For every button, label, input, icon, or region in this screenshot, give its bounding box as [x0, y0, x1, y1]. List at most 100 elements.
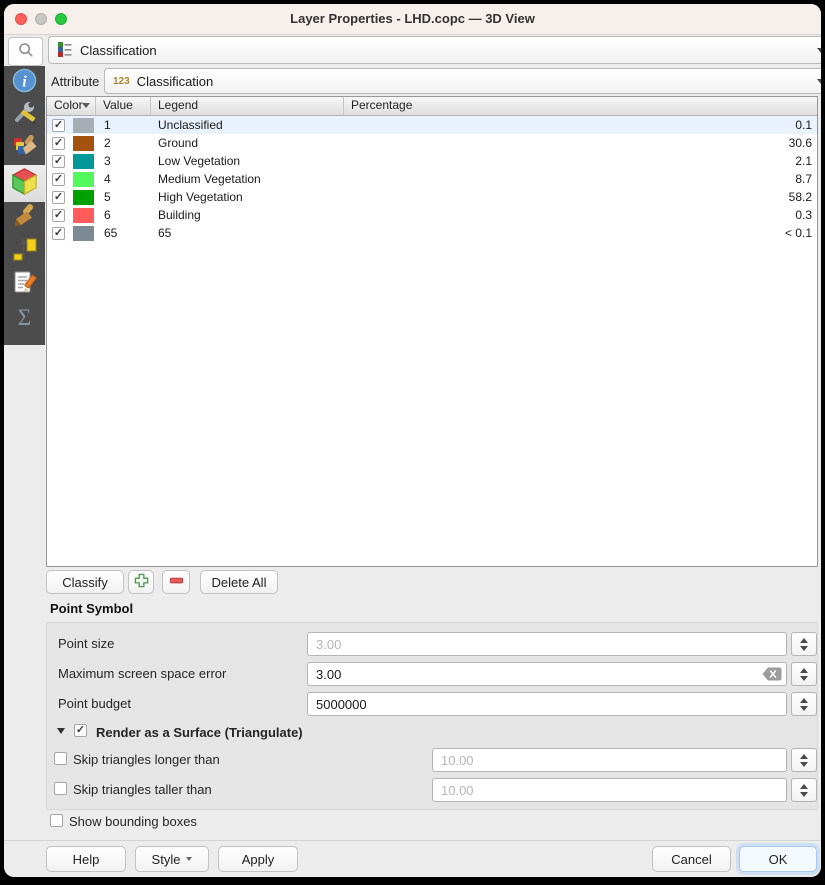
svg-text:i: i — [22, 73, 27, 90]
close-window-button[interactable] — [15, 13, 27, 25]
numeric-field-icon: 123 — [113, 76, 130, 87]
cancel-button[interactable]: Cancel — [652, 846, 731, 872]
chevron-down-icon — [817, 48, 821, 53]
show-bounding-boxes-checkbox[interactable] — [50, 814, 63, 827]
point-budget-spinner[interactable] — [791, 692, 817, 716]
table-header: Color Value Legend Percentage — [47, 97, 817, 116]
3d-cube-icon — [10, 167, 39, 201]
table-row[interactable]: 65 65 < 0.1 — [47, 224, 817, 242]
collapse-triangle-icon[interactable] — [57, 728, 65, 734]
column-header-legend[interactable]: Legend — [151, 97, 344, 115]
color-swatch[interactable] — [73, 190, 94, 205]
wrench-pencil-icon — [12, 100, 38, 131]
point-size-spinner[interactable] — [791, 632, 817, 656]
column-header-color[interactable]: Color — [47, 97, 96, 115]
info-icon: i — [12, 68, 37, 98]
table-row[interactable]: 4 Medium Vegetation 8.7 — [47, 170, 817, 188]
row-visibility-checkbox[interactable] — [52, 209, 65, 222]
elevation-icon — [12, 236, 38, 267]
row-visibility-checkbox[interactable] — [52, 227, 65, 240]
row-visibility-checkbox[interactable] — [52, 119, 65, 132]
renderer-combobox-value: Classification — [80, 43, 157, 58]
percentage-cell: < 0.1 — [344, 226, 817, 240]
ok-button[interactable]: OK — [739, 846, 817, 872]
sidebar-item-rendering[interactable] — [4, 202, 45, 235]
layer-properties-dialog: Layer Properties - LHD.copc — 3D View i — [4, 4, 821, 877]
zoom-window-button[interactable] — [55, 13, 67, 25]
color-swatch[interactable] — [73, 208, 94, 223]
style-button-label: Style — [152, 852, 181, 867]
minimize-window-button[interactable] — [35, 13, 47, 25]
attribute-combobox[interactable]: 123 Classification — [104, 68, 821, 94]
legend-cell: Building — [151, 208, 344, 222]
sidebar-item-statistics[interactable]: Σ — [4, 301, 45, 334]
legend-cell: High Vegetation — [151, 190, 344, 204]
clear-value-icon[interactable] — [762, 667, 782, 686]
classify-button[interactable]: Classify — [46, 570, 124, 594]
point-budget-label: Point budget — [58, 696, 131, 711]
row-visibility-checkbox[interactable] — [52, 191, 65, 204]
title-bar: Layer Properties - LHD.copc — 3D View — [4, 4, 821, 35]
row-visibility-checkbox[interactable] — [52, 137, 65, 150]
skip-longer-checkbox[interactable] — [54, 752, 67, 765]
row-visibility-checkbox[interactable] — [52, 155, 65, 168]
value-cell: 6 — [96, 208, 151, 222]
attribute-combobox-value: Classification — [137, 74, 214, 89]
table-row[interactable]: 5 High Vegetation 58.2 — [47, 188, 817, 206]
skip-taller-label: Skip triangles taller than — [73, 782, 212, 797]
table-row[interactable]: 6 Building 0.3 — [47, 206, 817, 224]
sidebar-item-source[interactable] — [4, 99, 45, 132]
skip-taller-input[interactable] — [432, 778, 787, 802]
delete-all-button[interactable]: Delete All — [200, 570, 278, 594]
legend-cell: Unclassified — [151, 118, 344, 132]
color-swatch[interactable] — [73, 136, 94, 151]
brush-icon — [12, 203, 38, 234]
row-visibility-checkbox[interactable] — [52, 173, 65, 186]
help-button[interactable]: Help — [46, 846, 126, 872]
style-button[interactable]: Style — [135, 846, 209, 872]
max-screen-space-error-label: Maximum screen space error — [58, 666, 226, 681]
legend-cell: Medium Vegetation — [151, 172, 344, 186]
color-swatch[interactable] — [73, 154, 94, 169]
value-cell: 1 — [96, 118, 151, 132]
max-screen-space-error-input[interactable] — [307, 662, 787, 686]
legend-cell: Ground — [151, 136, 344, 150]
table-row[interactable]: 1 Unclassified 0.1 — [47, 116, 817, 134]
skip-taller-checkbox[interactable] — [54, 782, 67, 795]
column-header-percentage[interactable]: Percentage — [344, 97, 817, 115]
renderer-combobox[interactable]: Classification — [48, 36, 821, 64]
skip-longer-input[interactable] — [432, 748, 787, 772]
column-header-value[interactable]: Value — [96, 97, 151, 115]
color-swatch[interactable] — [73, 226, 94, 241]
chevron-down-icon — [817, 79, 821, 84]
render-surface-checkbox[interactable] — [74, 724, 87, 737]
color-swatch[interactable] — [73, 118, 94, 133]
sort-indicator-icon — [82, 103, 90, 108]
skip-taller-spinner[interactable] — [791, 778, 817, 802]
sidebar-item-3d-view[interactable] — [4, 165, 45, 202]
value-cell: 65 — [96, 226, 151, 240]
point-size-label: Point size — [58, 636, 114, 651]
table-row[interactable]: 3 Low Vegetation 2.1 — [47, 152, 817, 170]
point-size-input[interactable] — [307, 632, 787, 656]
sidebar-item-symbology[interactable] — [4, 132, 45, 165]
window-title: Layer Properties - LHD.copc — 3D View — [4, 4, 821, 34]
sidebar-search-input[interactable] — [8, 37, 43, 66]
sidebar-item-metadata[interactable] — [4, 268, 45, 301]
table-row[interactable]: 2 Ground 30.6 — [47, 134, 817, 152]
footer-divider — [4, 840, 821, 841]
percentage-cell: 30.6 — [344, 136, 817, 150]
apply-button[interactable]: Apply — [218, 846, 298, 872]
classification-table: Color Value Legend Percentage 1 Unclassi… — [46, 96, 818, 567]
skip-longer-spinner[interactable] — [791, 748, 817, 772]
sidebar-item-elevation[interactable] — [4, 235, 45, 268]
sidebar-item-information[interactable]: i — [4, 66, 45, 99]
add-class-button[interactable] — [128, 570, 154, 594]
point-budget-input[interactable] — [307, 692, 787, 716]
remove-class-button[interactable] — [162, 570, 190, 594]
max-screen-space-error-spinner[interactable] — [791, 662, 817, 686]
classification-renderer-icon — [57, 41, 73, 60]
point-symbol-heading: Point Symbol — [50, 601, 133, 616]
color-swatch[interactable] — [73, 172, 94, 187]
sigma-icon: Σ — [18, 305, 31, 331]
